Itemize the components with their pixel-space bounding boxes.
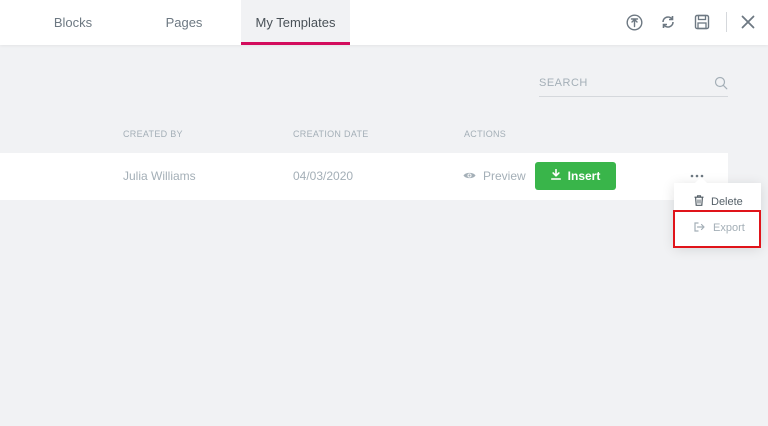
sync-icon[interactable] (658, 12, 678, 32)
tab-my-templates-label: My Templates (255, 15, 336, 30)
table-row: Julia Williams 04/03/2020 Preview Insert (0, 153, 728, 200)
header-created-by: CREATED BY (123, 129, 183, 139)
export-icon (694, 221, 706, 235)
header-actions: ACTIONS (464, 129, 507, 139)
creation-date-cell: 04/03/2020 (293, 169, 354, 183)
preview-button[interactable]: Preview (463, 163, 526, 189)
created-by-cell: Julia Williams (123, 169, 196, 183)
tab-blocks[interactable]: Blocks (23, 0, 123, 45)
trash-icon (694, 195, 704, 209)
close-icon[interactable] (738, 12, 758, 32)
eye-icon (463, 169, 476, 183)
menu-item-delete-label: Delete (711, 196, 743, 208)
tab-blocks-label: Blocks (53, 15, 93, 30)
menu-item-delete[interactable]: Delete (674, 190, 761, 214)
top-bar: Blocks Pages My Templates (0, 0, 768, 45)
menu-item-export[interactable]: Export (674, 216, 761, 240)
tab-pages[interactable]: Pages (134, 0, 234, 45)
menu-item-export-label: Export (713, 222, 745, 234)
search-input[interactable] (539, 74, 704, 92)
save-icon[interactable] (692, 12, 712, 32)
tab-pages-label: Pages (165, 15, 203, 30)
template-actions-menu: Delete Export (674, 177, 761, 247)
tab-my-templates[interactable]: My Templates (241, 0, 350, 45)
toolbar-divider (726, 12, 727, 32)
preview-label: Preview (483, 169, 526, 183)
header-creation-date: CREATION DATE (293, 129, 369, 139)
upload-icon[interactable] (624, 12, 644, 32)
insert-label: Insert (567, 169, 601, 183)
search-box (539, 70, 728, 97)
insert-button[interactable]: Insert (535, 162, 616, 190)
search-icon[interactable] (714, 76, 728, 90)
download-icon (550, 168, 561, 183)
